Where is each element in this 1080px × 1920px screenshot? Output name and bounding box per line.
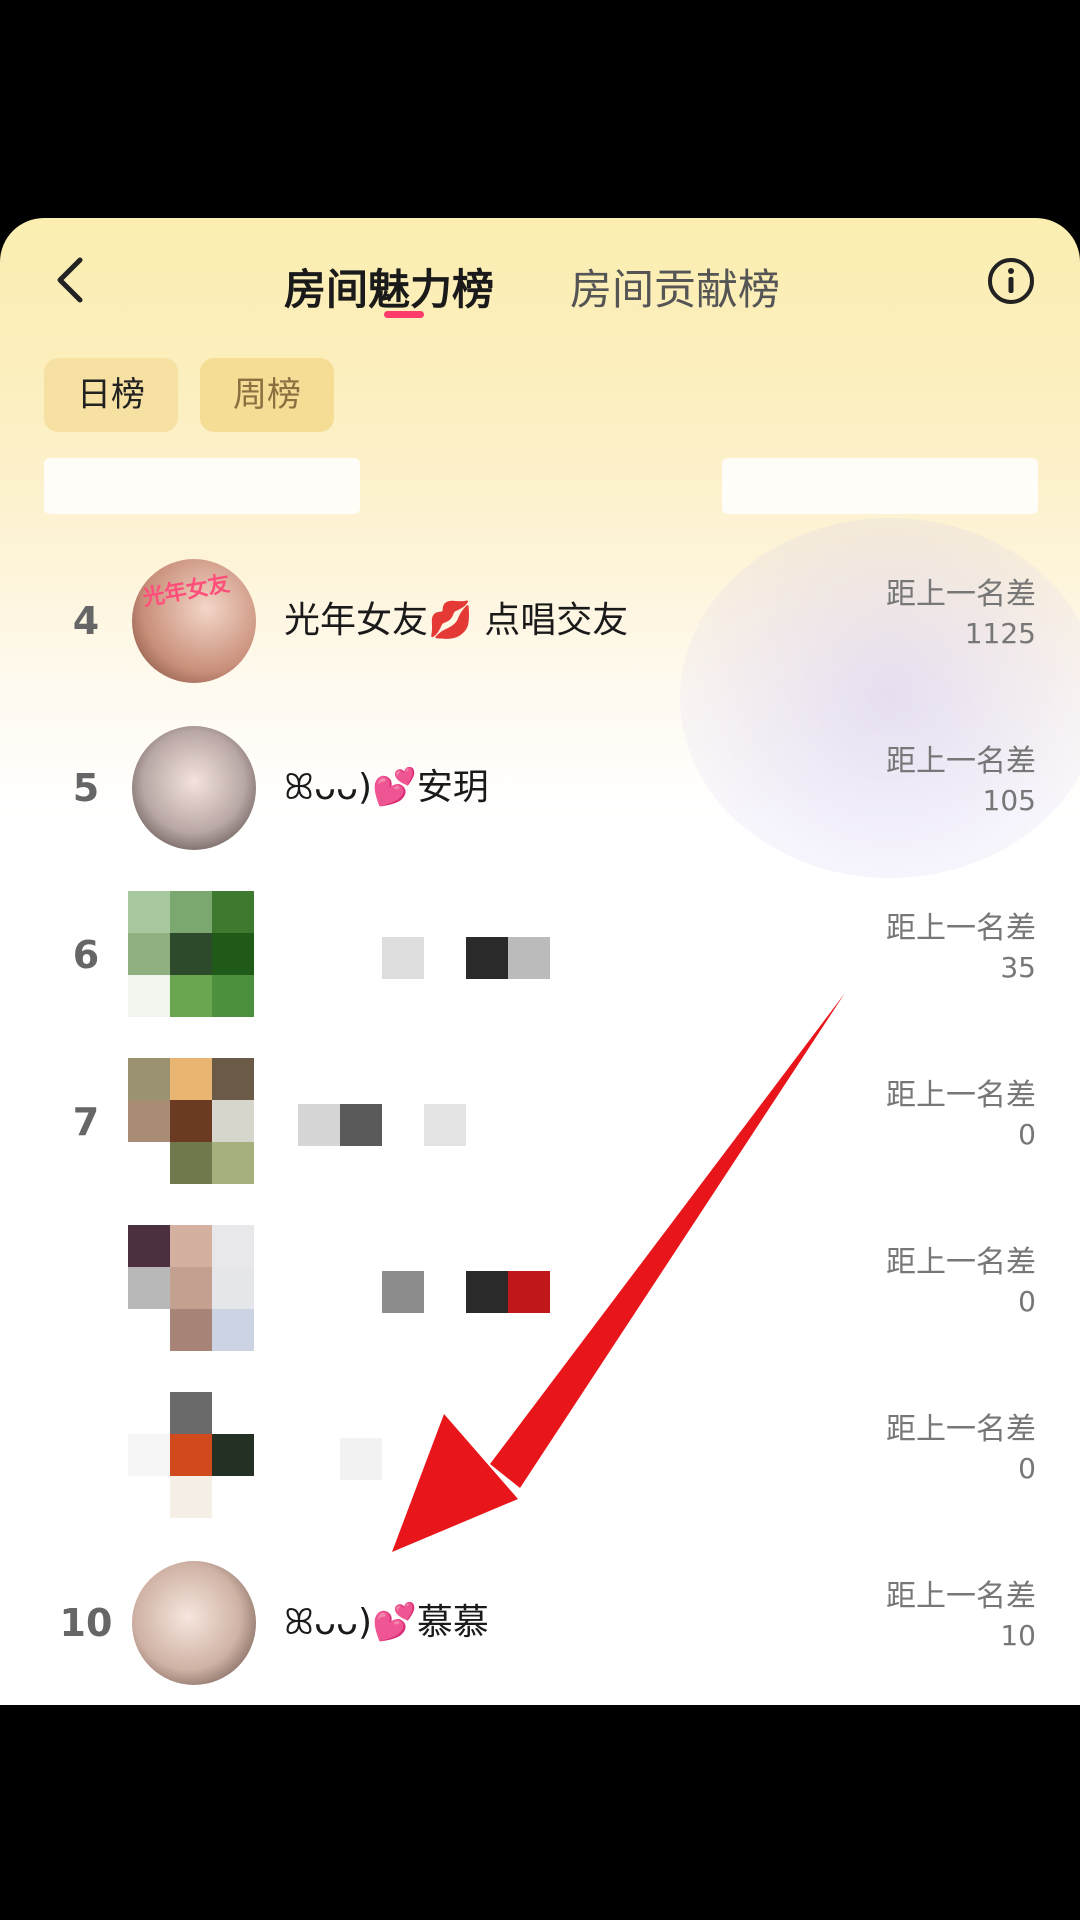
arrow-shaft [490, 993, 845, 1488]
arrow-head [392, 1414, 518, 1552]
annotation-arrow [392, 993, 845, 1552]
leaderboard-panel: 房间魅力榜 房间贡献榜 日榜 周榜 4 光年女友 光年女友💋 点唱交友 距上一名… [0, 218, 1080, 1705]
